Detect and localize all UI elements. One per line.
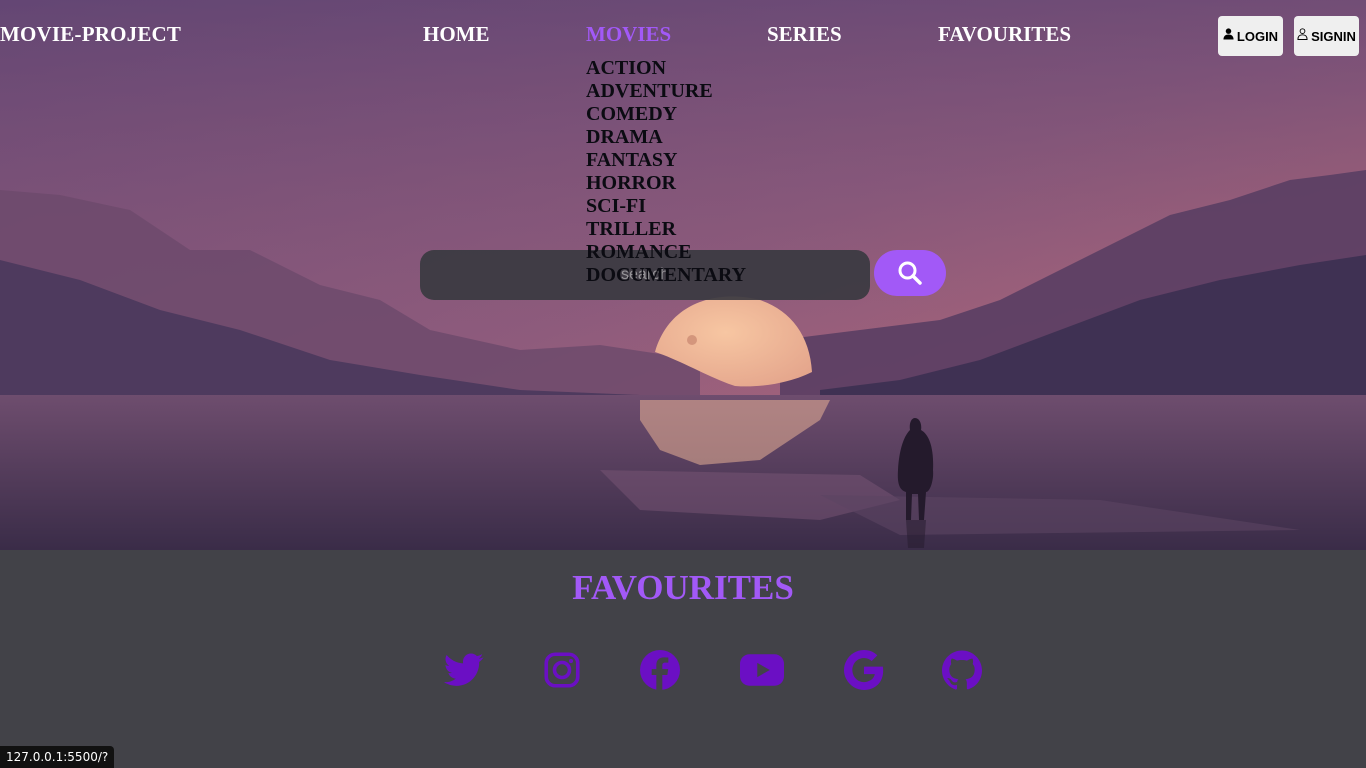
github-icon (942, 650, 982, 690)
genre-item-documentary[interactable]: DOCUMENTARY (586, 264, 746, 287)
site-logo[interactable]: MOVIE-PROJECT (0, 22, 181, 47)
genre-item-adventure[interactable]: ADVENTURE (586, 80, 746, 103)
youtube-link[interactable] (740, 648, 784, 692)
genre-item-sci-fi[interactable]: SCI-FI (586, 195, 746, 218)
search-button[interactable] (874, 250, 946, 296)
genre-item-drama[interactable]: DRAMA (586, 126, 746, 149)
signin-button[interactable]: SIGNIN (1294, 16, 1359, 56)
genre-item-action[interactable]: ACTION (586, 57, 746, 80)
instagram-icon (544, 652, 580, 688)
user-outline-icon (1297, 28, 1308, 40)
facebook-icon (640, 650, 680, 690)
movies-genre-dropdown: ACTION ADVENTURE COMEDY DRAMA FANTASY HO… (586, 57, 746, 287)
genre-item-comedy[interactable]: COMEDY (586, 103, 746, 126)
nav-movies-link[interactable]: MOVIES (586, 22, 671, 47)
search-icon (898, 261, 922, 285)
google-link[interactable] (844, 648, 884, 692)
footer-favourites-title: FAVOURITES (572, 568, 794, 607)
nav-favourites-link[interactable]: FAVOURITES (938, 22, 1071, 47)
nav-series-link[interactable]: SERIES (767, 22, 842, 47)
genre-item-horror[interactable]: HORROR (586, 172, 746, 195)
youtube-icon (740, 654, 784, 686)
user-solid-icon (1223, 28, 1234, 40)
login-label: LOGIN (1236, 28, 1279, 44)
genre-item-romance[interactable]: ROMANCE (586, 241, 746, 264)
instagram-link[interactable] (544, 648, 580, 692)
genre-item-triller[interactable]: TRILLER (586, 218, 746, 241)
genre-item-fantasy[interactable]: FANTASY (586, 149, 746, 172)
facebook-link[interactable] (640, 648, 680, 692)
twitter-icon (444, 653, 484, 686)
login-button[interactable]: LOGIN (1218, 16, 1283, 56)
signin-label: SIGNIN (1311, 28, 1356, 44)
nav-home-link[interactable]: HOME (423, 22, 490, 47)
browser-status-url: 127.0.0.1:5500/? (0, 746, 115, 768)
google-icon (844, 650, 884, 690)
twitter-link[interactable] (444, 648, 484, 692)
github-link[interactable] (942, 648, 982, 692)
